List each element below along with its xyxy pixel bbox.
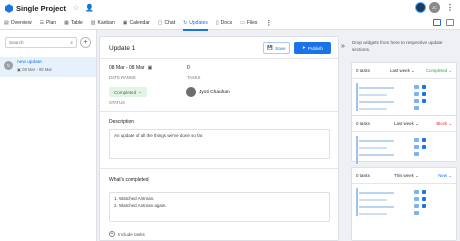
files-icon: ▭	[240, 19, 245, 26]
update-title[interactable]: Update 1	[109, 45, 135, 52]
description-title: Description	[109, 119, 135, 125]
view-tabs: ▤ Overview ☰ Plan ▦ Table ▥ Kanban ▣ Calendar…	[0, 16, 460, 31]
table-icon: ▦	[64, 19, 69, 26]
update-avatar: ↻	[4, 61, 13, 70]
widget-card-block[interactable]: 0 tasks Last week ⌄ Block ⌄	[351, 115, 457, 164]
updates-sidebar: Search ⌕ + ↻ new update ▣ 08 Mar - 08 Ma…	[0, 30, 97, 241]
kanban-icon: ▥	[90, 19, 96, 26]
tab-calendar[interactable]: ▣ Calendar	[123, 16, 150, 30]
tasks-label: TASKS	[187, 75, 201, 80]
widget-card-new[interactable]: 0 tasks This week ⌄ New ⌄	[351, 167, 457, 241]
plus-icon: +	[109, 231, 115, 237]
add-update-button[interactable]: +	[80, 37, 91, 48]
top-bar: Single Project ☆ 👤 JC ⋮	[0, 0, 460, 16]
tab-updates[interactable]: ↻ Updates	[183, 16, 208, 31]
tab-docs[interactable]: ▯ Docs	[216, 16, 232, 30]
status-filter[interactable]: New ⌄	[438, 173, 452, 179]
tab-kanban[interactable]: ▥ Kanban	[91, 16, 115, 30]
status-label: STATUS	[109, 100, 125, 105]
period-dropdown[interactable]: Last week ⌄	[394, 121, 419, 127]
date-range-field[interactable]: 08 Mar - 08 Mar ▣	[109, 65, 152, 71]
tab-table[interactable]: ▦ Table	[64, 16, 83, 30]
more-options-icon[interactable]: ⋮	[446, 3, 454, 12]
publish-button[interactable]: ➤ Publish	[294, 42, 331, 54]
status-filter[interactable]: Completed ⌄	[426, 68, 452, 74]
assignee[interactable]: Jyoti Chauhan	[186, 87, 230, 97]
status-dropdown[interactable]: Completed ⌄	[109, 87, 147, 97]
tab-overview[interactable]: ▤ Overview	[4, 16, 32, 30]
tab-files[interactable]: ▭ Files	[240, 16, 257, 30]
completed-title: What's completed	[109, 177, 149, 183]
docs-icon: ▯	[215, 19, 219, 26]
completed-field[interactable]: 1. Watched Antman. 2. Watched Antman aga…	[109, 192, 330, 222]
overview-icon: ▤	[4, 19, 9, 26]
widgets-panel: Drop widgets from here to respective upd…	[348, 36, 460, 241]
user-avatar[interactable]	[415, 2, 426, 13]
chat-icon: ▢	[157, 19, 163, 26]
members-icon[interactable]: 👤	[85, 4, 94, 12]
tab-chat[interactable]: ▢ Chat	[158, 16, 175, 30]
search-input[interactable]: Search ⌕	[5, 37, 77, 48]
avatar[interactable]: JC	[429, 2, 440, 13]
send-icon: ➤	[302, 45, 306, 50]
star-icon[interactable]: ☆	[73, 4, 79, 12]
search-icon: ⌕	[70, 39, 73, 46]
tab-plan[interactable]: ☰ Plan	[40, 16, 57, 30]
calendar-icon: ▣	[122, 19, 128, 26]
save-icon: 💾	[267, 45, 274, 50]
project-title: Single Project	[16, 3, 67, 13]
update-editor: Update 1 💾 Save ➤ Publish 08 Mar - 08 Mar ▣…	[99, 36, 339, 241]
list-item[interactable]: ↻ new update ▣ 08 Mar - 08 Mar	[0, 57, 96, 77]
updates-icon: ↻	[183, 19, 188, 26]
panel-view-icon[interactable]	[446, 19, 454, 26]
more-tabs-icon[interactable]: ⋮	[265, 19, 272, 27]
period-dropdown[interactable]: Last week ⌄	[390, 68, 415, 74]
update-item-name: new update	[17, 60, 42, 65]
plan-icon: ☰	[39, 19, 45, 26]
chevron-down-icon: ⌄	[138, 89, 143, 94]
save-button[interactable]: 💾 Save	[263, 42, 290, 54]
split-view-icon[interactable]	[433, 19, 441, 26]
date-range-label: DATE RANGE	[109, 75, 136, 80]
description-field[interactable]: An update of all the things we've done s…	[109, 129, 330, 159]
tasks-count: 0	[187, 65, 190, 71]
avatar	[186, 87, 196, 97]
collapse-panel-icon[interactable]: »	[341, 43, 345, 50]
status-filter[interactable]: Block ⌄	[436, 121, 452, 127]
update-item-date: ▣ 08 Mar - 08 Mar	[17, 67, 52, 72]
period-dropdown[interactable]: This week ⌄	[394, 173, 419, 179]
widgets-hint: Drop widgets from here to respective upd…	[352, 40, 443, 52]
include-tasks-button[interactable]: + Include tasks	[109, 231, 145, 237]
calendar-icon: ▣	[147, 65, 153, 71]
project-icon	[5, 3, 13, 13]
